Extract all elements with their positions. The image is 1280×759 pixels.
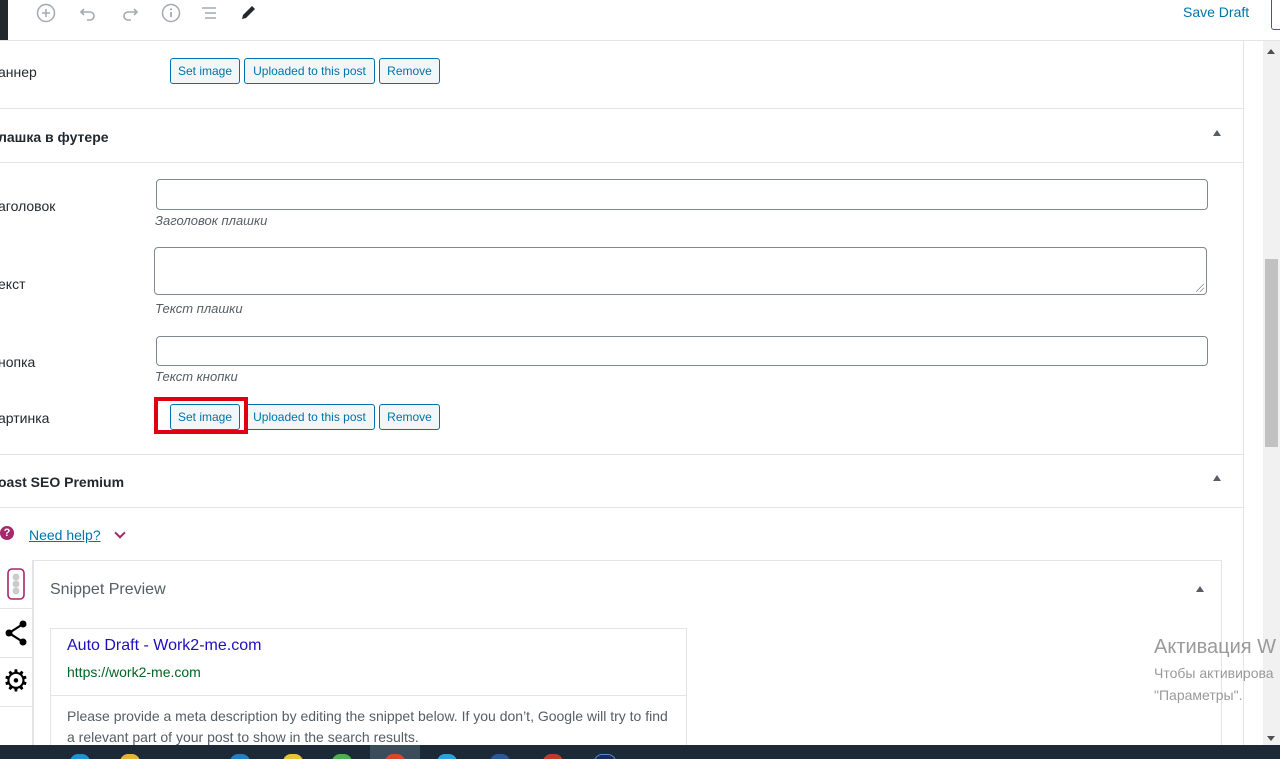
browser-icon[interactable] xyxy=(70,754,90,759)
windows-taskbar xyxy=(0,745,1280,759)
word-icon[interactable] xyxy=(490,754,510,759)
toolbar-dark-edge xyxy=(0,0,8,40)
undo-icon[interactable] xyxy=(77,2,99,24)
help-icon: ? xyxy=(0,526,14,540)
info-icon[interactable] xyxy=(160,2,182,24)
serp-title-site: Auto Draft xyxy=(67,637,140,654)
folder-icon[interactable] xyxy=(120,754,140,759)
chevron-down-icon[interactable] xyxy=(114,527,126,539)
divider xyxy=(0,162,1243,163)
button-text-input[interactable] xyxy=(156,336,1208,366)
collapse-arrow-icon[interactable] xyxy=(1213,130,1221,136)
resize-grip-icon[interactable] xyxy=(1196,284,1204,292)
serp-title-separator: - xyxy=(139,637,154,654)
edit-tools-icon[interactable] xyxy=(237,2,259,24)
text-hint: Текст плашки xyxy=(155,301,243,316)
activation-watermark-title: Активация W xyxy=(1154,636,1277,658)
image-remove-button[interactable]: Remove xyxy=(379,404,440,430)
divider xyxy=(0,108,1243,109)
divider xyxy=(0,454,1243,455)
text-label: екст xyxy=(0,276,26,292)
collapse-arrow-icon[interactable] xyxy=(1213,475,1221,481)
scrollbar-thumb[interactable] xyxy=(1265,259,1278,447)
banner-remove-button[interactable]: Remove xyxy=(379,58,440,84)
heading-hint: Заголовок плашки xyxy=(155,213,268,228)
yoast-section-title[interactable]: oast SEO Premium xyxy=(0,474,124,490)
chrome-icon[interactable] xyxy=(332,754,352,759)
app-icon[interactable] xyxy=(543,754,563,759)
banner-set-image-button[interactable]: Set image xyxy=(170,58,240,84)
add-block-icon[interactable] xyxy=(35,2,57,24)
footer-plate-section-title[interactable]: лашка в футере xyxy=(0,129,109,145)
heading-label: аголовок xyxy=(0,198,56,214)
gear-icon[interactable]: ⚙ xyxy=(0,658,32,707)
traffic-light-icon[interactable] xyxy=(0,560,32,609)
serp-title-brand: Work2-me.com xyxy=(153,637,262,654)
app-icon[interactable] xyxy=(594,754,616,759)
button-hint: Текст кнопки xyxy=(155,369,238,384)
banner-uploaded-button[interactable]: Uploaded to this post xyxy=(244,58,375,84)
serp-title[interactable]: Auto Draft - Work2-me.com xyxy=(67,637,261,655)
scroll-up-arrow-icon[interactable] xyxy=(1267,49,1275,54)
custom-fields-panel: аннер Set image Uploaded to this post Re… xyxy=(0,41,1244,745)
yoast-side-tabs: ⚙ xyxy=(0,560,33,745)
serp-separator xyxy=(51,695,686,696)
outline-icon[interactable] xyxy=(198,2,220,24)
text-textarea[interactable] xyxy=(154,247,1207,295)
banner-label: аннер xyxy=(0,64,37,80)
publish-button-edge[interactable] xyxy=(1271,0,1280,30)
image-label: артинка xyxy=(0,410,50,426)
activation-watermark-line: Чтобы активирова xyxy=(1154,665,1274,681)
red-highlight-box xyxy=(154,397,248,434)
snippet-preview-title: Snippet Preview xyxy=(50,581,166,598)
telegram-icon[interactable] xyxy=(437,754,457,759)
heading-input[interactable] xyxy=(156,179,1208,210)
collapse-arrow-icon[interactable] xyxy=(1196,586,1204,592)
save-draft-button[interactable]: Save Draft xyxy=(1183,4,1249,20)
redo-icon[interactable] xyxy=(119,2,141,24)
serp-url[interactable]: https://work2-me.com xyxy=(67,664,201,680)
app-icon[interactable] xyxy=(283,754,303,759)
image-uploaded-button[interactable]: Uploaded to this post xyxy=(244,404,375,430)
app-icon[interactable] xyxy=(230,754,250,759)
serp-description[interactable]: Please provide a meta description by edi… xyxy=(67,706,677,745)
divider xyxy=(0,507,1243,508)
share-icon[interactable] xyxy=(0,609,32,658)
editor-toolbar: Save Draft xyxy=(0,0,1280,41)
need-help-link[interactable]: Need help? xyxy=(29,527,101,543)
button-label: нопка xyxy=(0,354,36,370)
activation-watermark-line: "Параметры". xyxy=(1154,687,1243,703)
scroll-down-arrow-icon[interactable] xyxy=(1267,736,1275,741)
